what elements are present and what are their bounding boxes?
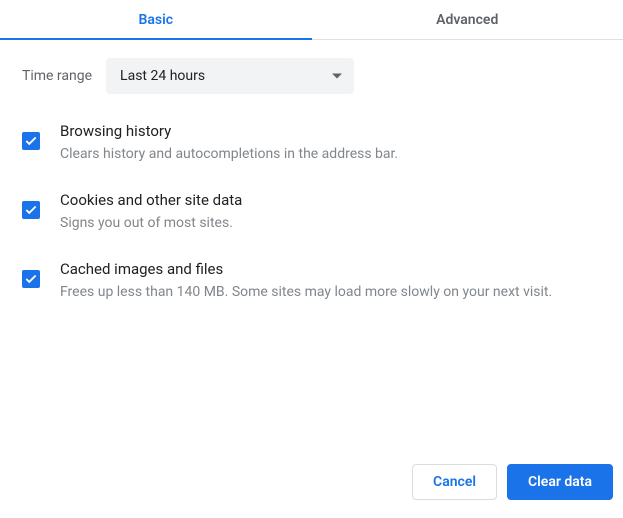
option-desc: Signs you out of most sites. <box>60 213 601 234</box>
option-title: Cached images and files <box>60 260 601 278</box>
clear-data-button[interactable]: Clear data <box>507 464 613 500</box>
cancel-button-label: Cancel <box>433 474 476 490</box>
time-range-value: Last 24 hours <box>120 68 205 84</box>
check-icon <box>24 134 38 148</box>
option-text: Browsing history Clears history and auto… <box>60 122 601 165</box>
time-range-label: Time range <box>22 68 92 84</box>
option-desc: Frees up less than 140 MB. Some sites ma… <box>60 282 601 303</box>
time-range-row: Time range Last 24 hours <box>22 58 601 94</box>
option-title: Browsing history <box>60 122 601 140</box>
tab-advanced[interactable]: Advanced <box>312 0 623 39</box>
tab-basic-label: Basic <box>138 12 173 28</box>
clear-data-button-label: Clear data <box>528 474 592 490</box>
chevron-down-icon <box>332 74 342 79</box>
option-title: Cookies and other site data <box>60 191 601 209</box>
check-icon <box>24 272 38 286</box>
checkbox-browsing-history[interactable] <box>22 132 40 150</box>
time-range-select[interactable]: Last 24 hours <box>106 58 354 94</box>
tab-basic[interactable]: Basic <box>0 0 312 39</box>
check-icon <box>24 203 38 217</box>
checkbox-cache[interactable] <box>22 270 40 288</box>
option-cookies: Cookies and other site data Signs you ou… <box>22 191 601 234</box>
cancel-button[interactable]: Cancel <box>412 464 497 500</box>
checkbox-cookies[interactable] <box>22 201 40 219</box>
dialog-content: Time range Last 24 hours Browsing histor… <box>0 40 623 452</box>
tab-bar: Basic Advanced <box>0 0 623 40</box>
option-text: Cached images and files Frees up less th… <box>60 260 601 303</box>
tab-advanced-label: Advanced <box>436 12 498 28</box>
option-text: Cookies and other site data Signs you ou… <box>60 191 601 234</box>
option-desc: Clears history and autocompletions in th… <box>60 144 601 165</box>
option-browsing-history: Browsing history Clears history and auto… <box>22 122 601 165</box>
option-cache: Cached images and files Frees up less th… <box>22 260 601 303</box>
dialog-footer: Cancel Clear data <box>0 452 623 518</box>
